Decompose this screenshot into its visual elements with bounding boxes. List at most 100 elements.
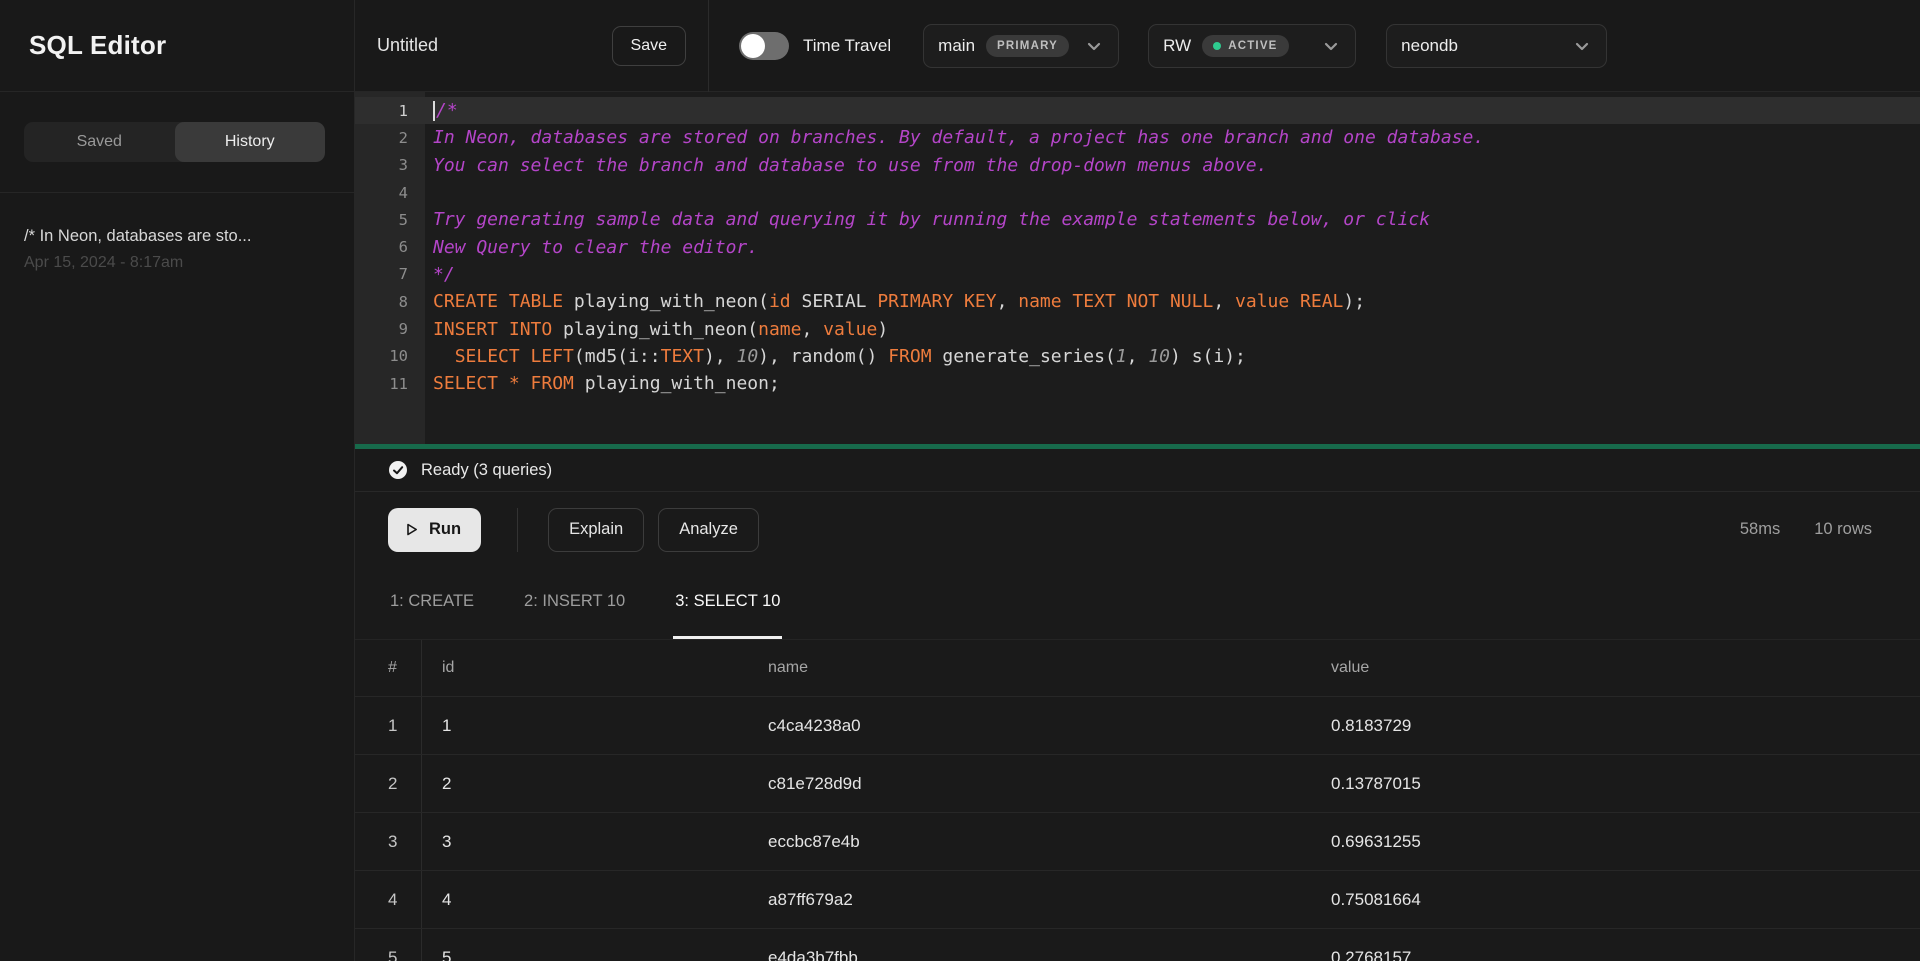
line-number: 4 — [355, 184, 425, 202]
tab-history[interactable]: History — [175, 122, 326, 162]
code-token: /* — [436, 100, 458, 121]
status-text: Ready (3 queries) — [421, 461, 552, 480]
code-token: In Neon, databases are stored on branche… — [433, 127, 1484, 148]
history-list: /* In Neon, databases are sto...Apr 15, … — [0, 193, 354, 961]
history-item[interactable]: /* In Neon, databases are sto...Apr 15, … — [24, 227, 330, 272]
code-token: INSERT INTO — [433, 319, 552, 340]
result-cell: 1 — [355, 697, 422, 754]
result-cell: eccbc87e4b — [768, 832, 1331, 852]
code-line-2[interactable]: 2In Neon, databases are stored on branch… — [355, 124, 1920, 151]
code-token: TEXT — [661, 346, 704, 367]
line-number: 5 — [355, 211, 425, 229]
result-row: 55e4da3b7fbb0.2768157 — [355, 928, 1920, 961]
code-token: playing_with_neon( — [563, 291, 769, 312]
column-header-name: name — [768, 659, 1331, 677]
history-preview: /* In Neon, databases are sto... — [24, 227, 330, 246]
sidebar: SQL Editor Saved History /* In Neon, dat… — [0, 0, 355, 961]
save-button[interactable]: Save — [612, 26, 686, 66]
branch-selector[interactable]: main PRIMARY — [923, 24, 1119, 68]
compute-selector[interactable]: RW ACTIVE — [1148, 24, 1356, 68]
query-title: Untitled — [377, 35, 438, 56]
code-token: name TEXT NOT NULL — [1018, 291, 1213, 312]
explain-button[interactable]: Explain — [548, 508, 644, 552]
result-row: 22c81e728d9d0.13787015 — [355, 754, 1920, 812]
result-cell: 4 — [355, 871, 422, 928]
result-cell: 0.2768157 — [1331, 948, 1920, 961]
results-table: # id name value 11c4ca4238a00.818372922c… — [355, 640, 1920, 961]
code-token: playing_with_neon; — [574, 373, 780, 394]
editor-lines: 1/*2In Neon, databases are stored on bra… — [355, 92, 1920, 397]
result-row: 44a87ff679a20.75081664 — [355, 870, 1920, 928]
result-cell: 2 — [355, 755, 422, 812]
line-number: 3 — [355, 156, 425, 174]
code-token: id — [769, 291, 791, 312]
code-token: name — [758, 319, 801, 340]
code-token: PRIMARY KEY — [877, 291, 996, 312]
code-token: ), — [704, 346, 737, 367]
code-token: 10 — [1148, 346, 1170, 367]
database-selector[interactable]: neondb — [1386, 24, 1607, 68]
sql-editor-app: SQL Editor Saved History /* In Neon, dat… — [0, 0, 1920, 961]
code-token: (md5(i:: — [574, 346, 661, 367]
code-line-8[interactable]: 8CREATE TABLE playing_with_neon(id SERIA… — [355, 288, 1920, 315]
code-token: playing_with_neon( — [552, 319, 758, 340]
time-travel-label: Time Travel — [803, 36, 891, 56]
code-line-9[interactable]: 9INSERT INTO playing_with_neon(name, val… — [355, 315, 1920, 342]
code-token: You can select the branch and database t… — [433, 155, 1267, 176]
result-cell: 0.75081664 — [1331, 890, 1920, 910]
code-token: ), random() — [758, 346, 888, 367]
code-line-5[interactable]: 5Try generating sample data and querying… — [355, 206, 1920, 233]
column-header-index: # — [355, 640, 422, 696]
code-editor[interactable]: 1/*2In Neon, databases are stored on bra… — [355, 92, 1920, 444]
check-circle-icon — [388, 460, 408, 480]
actions-bar: Run Explain Analyze 58ms 10 rows — [355, 492, 1920, 567]
tab-saved[interactable]: Saved — [24, 122, 175, 162]
chevron-down-icon — [1084, 36, 1104, 56]
code-text: New Query to clear the editor. — [425, 237, 758, 258]
sidebar-header: SQL Editor — [0, 0, 354, 92]
active-badge-label: ACTIVE — [1228, 40, 1277, 52]
time-travel-toggle[interactable] — [739, 32, 789, 60]
column-header-id: id — [422, 659, 768, 677]
code-text: You can select the branch and database t… — [425, 155, 1267, 176]
code-token — [433, 346, 455, 367]
code-line-7[interactable]: 7 */ — [355, 261, 1920, 288]
run-button[interactable]: Run — [388, 508, 481, 552]
line-number: 9 — [355, 320, 425, 338]
code-token: SELECT LEFT — [455, 346, 574, 367]
tab-create[interactable]: 1: CREATE — [388, 567, 476, 639]
code-token: 1 — [1116, 346, 1127, 367]
code-line-3[interactable]: 3 You can select the branch and database … — [355, 152, 1920, 179]
result-cell: 3 — [355, 813, 422, 870]
code-text: /* — [425, 100, 458, 121]
line-number: 7 — [355, 265, 425, 283]
query-duration: 58ms — [1740, 520, 1780, 539]
result-cell: 4 — [422, 890, 768, 910]
result-cell: a87ff679a2 — [768, 890, 1331, 910]
compute-name: RW — [1163, 36, 1191, 56]
code-text: INSERT INTO playing_with_neon(name, valu… — [425, 319, 888, 340]
page-title: SQL Editor — [29, 30, 166, 61]
code-token: */ — [433, 264, 455, 285]
code-token: ) — [877, 319, 888, 340]
code-text: CREATE TABLE playing_with_neon(id SERIAL… — [425, 291, 1365, 312]
result-cell: c81e728d9d — [768, 774, 1331, 794]
result-cell: e4da3b7fbb — [768, 948, 1331, 961]
row-count: 10 rows — [1814, 520, 1872, 539]
code-line-10[interactable]: 10 SELECT LEFT(md5(i::TEXT), 10), random… — [355, 343, 1920, 370]
code-line-6[interactable]: 6New Query to clear the editor. — [355, 233, 1920, 260]
status-bar: Ready (3 queries) — [355, 449, 1920, 492]
analyze-button[interactable]: Analyze — [658, 508, 759, 552]
code-text: SELECT * FROM playing_with_neon; — [425, 373, 780, 394]
query-metrics: 58ms 10 rows — [1740, 520, 1872, 539]
main-panel: Untitled Save Time Travel main PRIMARY R… — [355, 0, 1920, 961]
code-token: , — [801, 319, 823, 340]
tab-select-10[interactable]: 3: SELECT 10 — [673, 567, 782, 639]
tab-insert-10[interactable]: 2: INSERT 10 — [522, 567, 627, 639]
code-line-11[interactable]: 11SELECT * FROM playing_with_neon; — [355, 370, 1920, 397]
code-line-1[interactable]: 1/* — [355, 97, 1920, 124]
topbar-controls: Time Travel main PRIMARY RW ACTIVE neond… — [709, 24, 1607, 68]
code-line-4[interactable]: 4 — [355, 179, 1920, 206]
results-header-row: # id name value — [355, 640, 1920, 696]
code-token: generate_series( — [932, 346, 1116, 367]
